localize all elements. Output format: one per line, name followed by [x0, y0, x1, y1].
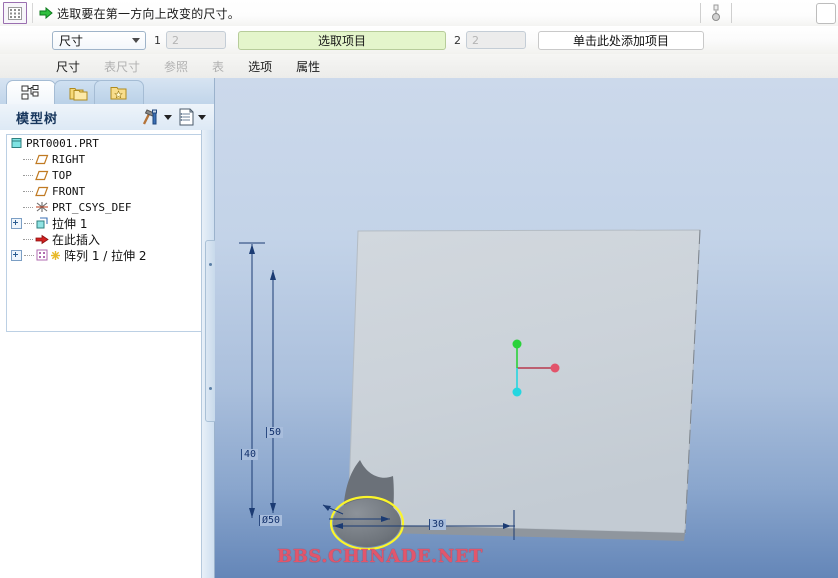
dim-50-label[interactable]: 50 — [266, 427, 284, 438]
tree-item-label: PRT_CSYS_DEF — [52, 200, 132, 214]
dashboard-panel: 尺寸 1 2 选取项目 2 2 单击此处添加项目 — [0, 26, 838, 54]
settings-tools-button[interactable] — [141, 108, 172, 126]
graphics-viewport[interactable]: 40 50 Ø50 30 BBS.CHINADE.NET — [215, 78, 838, 578]
tree-connector — [23, 158, 33, 160]
toolbar-end-field[interactable] — [816, 2, 836, 24]
tree-connector — [23, 206, 33, 208]
tree-item-label: 拉伸 1 — [52, 216, 88, 231]
dimension-type-combo[interactable]: 尺寸 — [52, 30, 146, 50]
plane-icon — [35, 186, 49, 196]
extrude-icon — [36, 217, 48, 229]
csys-icon — [36, 202, 48, 212]
splitter-dot — [209, 387, 212, 390]
chevron-down-icon-2 — [198, 114, 206, 120]
plane-icon — [35, 170, 49, 180]
tab-properties[interactable]: 属性 — [284, 55, 332, 77]
tree-item-label: PRT0001.PRT — [26, 136, 99, 150]
favorites-tab[interactable] — [94, 80, 144, 105]
direction-2-add-item-field[interactable]: 单击此处添加项目 — [538, 30, 704, 50]
direction-2-number: 2 — [454, 33, 461, 47]
pattern-star-icon — [51, 250, 60, 260]
direction-2-count-field[interactable]: 2 — [466, 31, 526, 49]
page-title: 模型树 — [16, 111, 59, 127]
chevron-down-icon — [164, 114, 172, 120]
boss-cylinder-top — [333, 499, 401, 547]
status-message: 选取要在第一方向上改变的尺寸。 — [57, 6, 241, 21]
dim-40-label[interactable]: 40 — [241, 449, 259, 460]
csys-z-tip — [512, 387, 522, 397]
list-page-icon — [179, 108, 194, 126]
tree-item-label: 在此插入 — [52, 232, 101, 247]
tree-item-label: 阵列 1 / 拉伸 2 — [64, 248, 147, 263]
pattern-icon — [36, 249, 48, 261]
tree-item-plane-top[interactable]: TOP — [7, 167, 203, 183]
tree-item-insert-here[interactable]: 在此插入 — [7, 231, 203, 247]
folder-icon — [69, 87, 88, 100]
display-list-button[interactable] — [178, 108, 206, 126]
chevron-down-icon — [132, 37, 140, 43]
tree-item-extrude-1[interactable]: 拉伸 1 — [7, 215, 203, 231]
tree-item-pattern-1[interactable]: 阵列 1 / 拉伸 2 — [7, 247, 203, 263]
toolbar-separator — [32, 3, 33, 23]
tab-table-dimension[interactable]: 表尺寸 — [92, 55, 152, 77]
tree-connector — [23, 174, 33, 176]
part-icon — [11, 138, 22, 148]
folder-star-icon — [110, 86, 127, 99]
dim-30-label[interactable]: 30 — [429, 519, 447, 530]
tree-item-label: TOP — [52, 168, 72, 182]
message-bar: 选取要在第一方向上改变的尺寸。 — [0, 0, 838, 27]
direction-1-number: 1 — [154, 33, 161, 47]
probe-tool-glyph — [712, 4, 720, 21]
model-tree-icon — [21, 85, 39, 100]
direction-1-collector[interactable]: 选取项目 — [238, 30, 446, 50]
tab-options[interactable]: 选项 — [236, 55, 284, 77]
csys-y-tip — [512, 339, 522, 349]
navigator-tabrow — [0, 78, 214, 105]
model-geometry — [239, 229, 701, 551]
tree-item-plane-front[interactable]: FRONT — [7, 183, 203, 199]
csys-x-tip — [550, 363, 560, 373]
toolbar-divider-2 — [731, 3, 732, 23]
grid-table-icon-glyph — [8, 6, 22, 20]
green-right-arrow-icon — [39, 7, 53, 19]
dimension-type-value: 尺寸 — [59, 33, 84, 48]
toolbar-divider — [700, 3, 701, 23]
message-bar-right-tools — [694, 0, 838, 26]
watermark-text: BBS.CHINADE.NET — [277, 546, 483, 567]
plate-top-face — [347, 229, 701, 534]
tree-expander-icon-2[interactable] — [11, 249, 22, 261]
model-tree[interactable]: PRT0001.PRT RIGHT TOP FRONT PRT_CSYS_DEF… — [6, 134, 204, 332]
direction-1-count-field[interactable]: 2 — [166, 31, 226, 49]
splitter-dot — [209, 263, 212, 266]
navigator-panel: 模型树 PRT0001.PRT RIGHT TOP FRONT PRT_CSYS… — [0, 78, 215, 578]
pro-engineer-window: 选取要在第一方向上改变的尺寸。 尺寸 1 2 选取项目 2 2 单击此处添加项目… — [0, 0, 838, 578]
dim-d50-label[interactable]: Ø50 — [259, 515, 283, 526]
hammer-wrench-icon — [142, 109, 157, 125]
tab-dimension[interactable]: 尺寸 — [44, 55, 92, 77]
dashboard-tabstrip: 尺寸 表尺寸 参照 表 选项 属性 — [0, 54, 838, 79]
tree-connector — [23, 238, 33, 240]
tree-item-part[interactable]: PRT0001.PRT — [7, 135, 203, 151]
plane-icon — [35, 154, 49, 164]
tree-connector — [24, 222, 34, 224]
probe-tool-icon[interactable] — [707, 3, 725, 23]
insert-here-icon — [35, 234, 49, 244]
navigator-toolbar — [135, 108, 214, 126]
tree-item-plane-right[interactable]: RIGHT — [7, 151, 203, 167]
green-right-arrow-glyph — [39, 7, 53, 19]
tab-table[interactable]: 表 — [200, 55, 236, 77]
tree-item-label: RIGHT — [52, 152, 86, 166]
tree-item-csys[interactable]: PRT_CSYS_DEF — [7, 199, 203, 215]
model-tree-tab[interactable] — [6, 80, 56, 105]
tree-connector — [23, 190, 33, 192]
tab-references[interactable]: 参照 — [152, 55, 200, 77]
tree-expander-icon[interactable] — [11, 217, 22, 229]
navigator-header: 模型树 — [0, 104, 214, 130]
grid-table-icon[interactable] — [3, 2, 27, 24]
tree-connector — [24, 254, 34, 256]
tree-item-label: FRONT — [52, 184, 86, 198]
